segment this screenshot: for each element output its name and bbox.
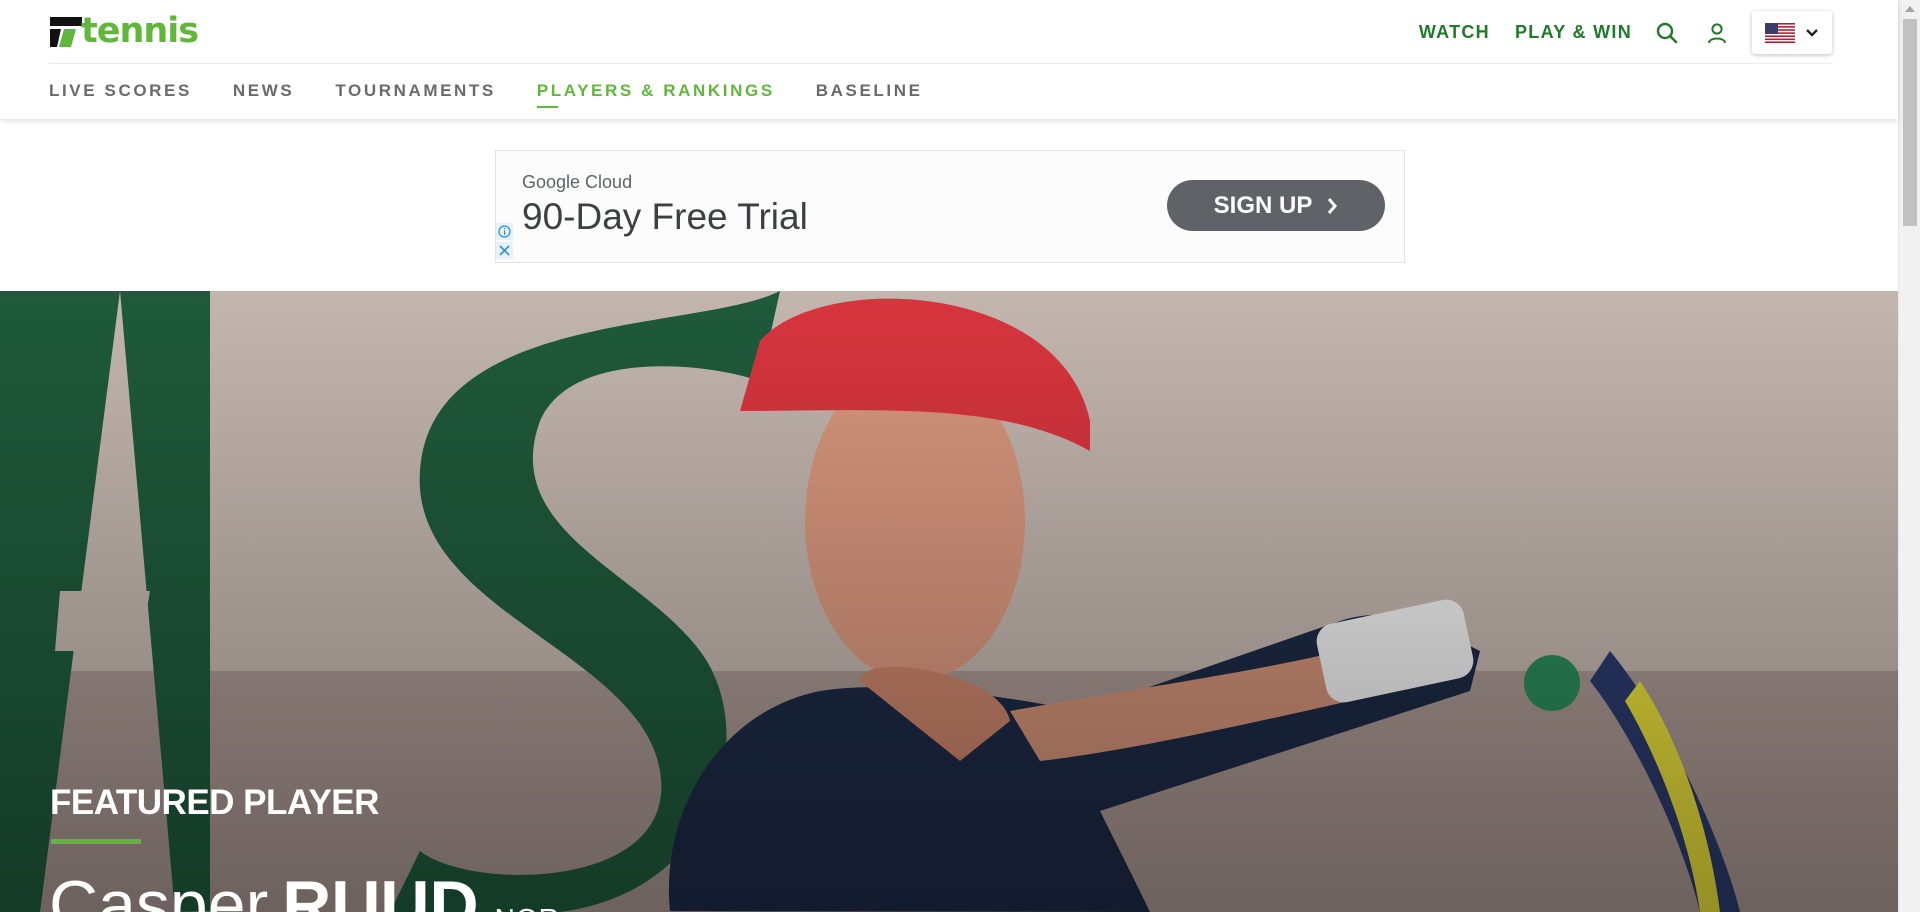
player-first-name: Casper (49, 867, 269, 912)
ad-headline: 90-Day Free Trial (522, 196, 808, 237)
chevron-right-icon (1328, 197, 1338, 214)
tennis-logo[interactable]: tennis (49, 11, 199, 51)
country-selector[interactable] (1752, 11, 1832, 54)
featured-player-underline (51, 839, 141, 844)
main-nav: LIVE SCORES NEWS TOURNAMENTS PLAYERS & R… (49, 79, 964, 108)
featured-player-hero: FEATURED PLAYER Casper RUUD NOR (0, 291, 1898, 912)
player-name[interactable]: Casper RUUD NOR (49, 866, 560, 912)
scrollbar-thumb[interactable] (1903, 19, 1917, 226)
nav-live-scores[interactable]: LIVE SCORES (49, 79, 192, 103)
user-icon[interactable] (1702, 18, 1732, 48)
close-icon[interactable] (496, 242, 513, 259)
ad-sign-up-button[interactable]: SIGN UP (1167, 180, 1385, 231)
nav-baseline[interactable]: BASELINE (816, 79, 923, 103)
page-scrollbar[interactable] (1898, 0, 1920, 912)
search-icon[interactable] (1652, 18, 1682, 48)
ad-banner[interactable]: Google Cloud 90-Day Free Trial SIGN UP (495, 150, 1405, 263)
watch-link[interactable]: WATCH (1419, 22, 1490, 43)
nav-players-rankings[interactable]: PLAYERS & RANKINGS (536, 79, 775, 108)
player-last-name: RUUD (282, 867, 479, 912)
logo-text: tennis (81, 11, 199, 51)
player-nationality: NOR (495, 903, 560, 912)
site-header: tennis WATCH PLAY & WIN LIVE SCORES NEWS… (0, 0, 1898, 119)
header-divider (49, 63, 1832, 64)
ad-cta-label: SIGN UP (1213, 191, 1313, 219)
nav-news[interactable]: NEWS (233, 79, 294, 103)
play-and-win-link[interactable]: PLAY & WIN (1515, 22, 1632, 43)
scroll-up-arrow-icon[interactable] (1905, 6, 1915, 12)
top-actions: WATCH PLAY & WIN (1419, 11, 1832, 54)
ad-brand: Google Cloud (522, 172, 633, 192)
featured-player-label: FEATURED PLAYER (50, 783, 379, 822)
us-flag-icon (1765, 22, 1795, 43)
nav-tournaments[interactable]: TOURNAMENTS (335, 79, 496, 103)
info-icon[interactable] (496, 223, 513, 240)
logo-mark-icon (50, 17, 82, 47)
chevron-down-icon (1806, 28, 1818, 37)
